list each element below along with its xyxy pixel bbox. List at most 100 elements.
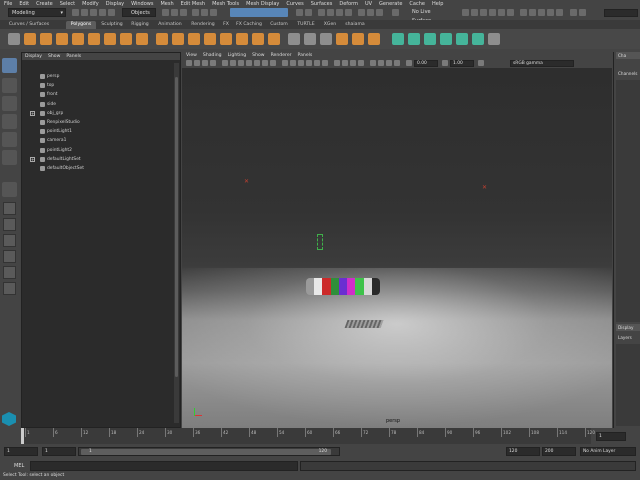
poly-disc-icon[interactable]	[120, 33, 132, 45]
magnet-icon[interactable]	[358, 9, 365, 16]
poly-torus-icon[interactable]	[88, 33, 100, 45]
render-settings-icon[interactable]	[336, 9, 343, 16]
mask-icon-2[interactable]	[201, 9, 208, 16]
custom-layout-icon[interactable]	[3, 282, 16, 295]
sidebar-toggle-icon-2[interactable]	[471, 9, 478, 16]
field-chart-icon[interactable]	[254, 60, 260, 66]
menu-create[interactable]: Create	[36, 1, 53, 7]
lasso-tool-icon[interactable]	[2, 78, 17, 93]
outliner-item[interactable]: + defaultLightSet	[22, 155, 180, 164]
poly-cube-icon[interactable]	[40, 33, 52, 45]
playback-end-field[interactable]: 120	[506, 447, 540, 456]
live-surface-icon[interactable]	[392, 9, 399, 16]
extract-icon[interactable]	[188, 33, 200, 45]
workspace-icon[interactable]	[520, 9, 527, 16]
persp-outliner-layout-icon[interactable]	[3, 234, 16, 247]
bookmark-icon[interactable]	[202, 60, 208, 66]
select-camera-icon[interactable]	[186, 60, 192, 66]
safe-title-icon[interactable]	[270, 60, 276, 66]
viewport-menu-renderer[interactable]: Renderer	[271, 53, 292, 58]
display-layer-tab[interactable]: Display	[616, 324, 640, 331]
poly-sphere-icon[interactable]	[24, 33, 36, 45]
expand-icon[interactable]: +	[30, 156, 35, 162]
shelf-tab-shaiama[interactable]: shaiama	[342, 21, 368, 29]
rainbow-cylinder-object[interactable]	[306, 278, 380, 295]
workspace-icon-2[interactable]	[529, 9, 536, 16]
start-time-field[interactable]: 1	[4, 447, 38, 456]
current-frame-marker[interactable]	[21, 428, 24, 444]
outliner-item[interactable]: RenpixelStudio	[22, 118, 180, 127]
command-input[interactable]	[30, 461, 298, 471]
shelf-tab-fx[interactable]: FX	[220, 21, 232, 29]
range-slider[interactable]: 1 120	[78, 447, 340, 456]
shelf-settings-icon[interactable]	[8, 33, 20, 45]
shelf-tab-polygons[interactable]: Polygons	[66, 21, 96, 29]
symmetry-icon[interactable]	[376, 9, 383, 16]
shelf-tab-sculpting[interactable]: Sculpting	[98, 21, 126, 29]
menu-mesh-tools[interactable]: Mesh Tools	[212, 1, 239, 7]
save-scene-icon[interactable]	[90, 9, 97, 16]
outliner-item[interactable]: pointLight2	[22, 146, 180, 155]
component-mode-icon[interactable]	[180, 9, 187, 16]
viewport-menu-panels[interactable]: Panels	[298, 53, 313, 58]
viewport-menu-view[interactable]: View	[186, 53, 197, 58]
sidebar-toggle-icon-5[interactable]	[498, 9, 505, 16]
wireframe-icon[interactable]	[282, 60, 288, 66]
workspace-icon-4[interactable]	[547, 9, 554, 16]
snap-surface-icon[interactable]	[367, 9, 374, 16]
outliner-item[interactable]: pointLight1	[22, 127, 180, 136]
shelf-tab-rendering[interactable]: Rendering	[188, 21, 218, 29]
fill-hole-icon[interactable]	[320, 33, 332, 45]
camera-object[interactable]	[317, 234, 323, 250]
menu-edit[interactable]: Edit	[19, 1, 29, 7]
anim-layer-select[interactable]: No Anim Layer	[580, 447, 636, 456]
snap-toggles[interactable]	[230, 8, 288, 17]
poly-cylinder-icon[interactable]	[56, 33, 68, 45]
wireframe-on-shaded-icon[interactable]	[298, 60, 304, 66]
expand-icon[interactable]: +	[30, 110, 35, 116]
film-gate-icon[interactable]	[230, 60, 236, 66]
isolate-select-icon[interactable]	[370, 60, 376, 66]
ipr-render-icon[interactable]	[327, 9, 334, 16]
safe-action-icon[interactable]	[262, 60, 268, 66]
outliner-scrollbar[interactable]	[174, 63, 179, 423]
workspace-icon-5[interactable]	[556, 9, 563, 16]
combine-icon[interactable]	[156, 33, 168, 45]
xray-icon[interactable]	[378, 60, 384, 66]
menu-windows[interactable]: Windows	[131, 1, 153, 7]
menu-deform[interactable]: Deform	[339, 1, 358, 7]
paint-select-tool-icon[interactable]	[2, 96, 17, 111]
object-mode-icon[interactable]	[171, 9, 178, 16]
point-light-marker[interactable]: ✕	[244, 179, 249, 185]
outliner-menu-panels[interactable]: Panels	[66, 54, 81, 59]
mask-icon-3[interactable]	[210, 9, 217, 16]
menu-uv[interactable]: UV	[365, 1, 372, 7]
hypershade-icon[interactable]	[345, 9, 352, 16]
sidebar-toggle-icon[interactable]	[462, 9, 469, 16]
four-view-layout-icon[interactable]	[3, 218, 16, 231]
menu-curves[interactable]: Curves	[286, 1, 303, 7]
shelf-tab-turtle[interactable]: TURTLE	[294, 21, 318, 29]
shadows-icon[interactable]	[322, 60, 328, 66]
workspace-icon-6[interactable]	[570, 9, 577, 16]
last-tool-icon[interactable]	[2, 182, 17, 197]
mask-icon[interactable]	[192, 9, 199, 16]
layers-menu[interactable]: Layers	[616, 334, 640, 341]
mode-selector[interactable]: Modeling	[8, 8, 66, 17]
edge-loop-icon[interactable]	[368, 33, 380, 45]
shelf-tab-xgen[interactable]: XGen	[320, 21, 340, 29]
single-perspective-layout-icon[interactable]	[3, 202, 16, 215]
shelf-tab-animation[interactable]: Animation	[154, 21, 186, 29]
xray-components-icon[interactable]	[394, 60, 400, 66]
menu-display[interactable]: Display	[106, 1, 124, 7]
end-time-field[interactable]: 200	[542, 447, 576, 456]
history-icon[interactable]	[296, 9, 303, 16]
planar-map-icon[interactable]	[392, 33, 404, 45]
camera-map-icon[interactable]	[456, 33, 468, 45]
motion-blur-icon[interactable]	[342, 60, 348, 66]
playback-start-field[interactable]: 1	[42, 447, 76, 456]
point-light-marker[interactable]: ✕	[482, 185, 487, 191]
outliner-item[interactable]: front	[22, 90, 180, 99]
textured-icon[interactable]	[306, 60, 312, 66]
gamma-field[interactable]: 1.00	[450, 60, 474, 67]
